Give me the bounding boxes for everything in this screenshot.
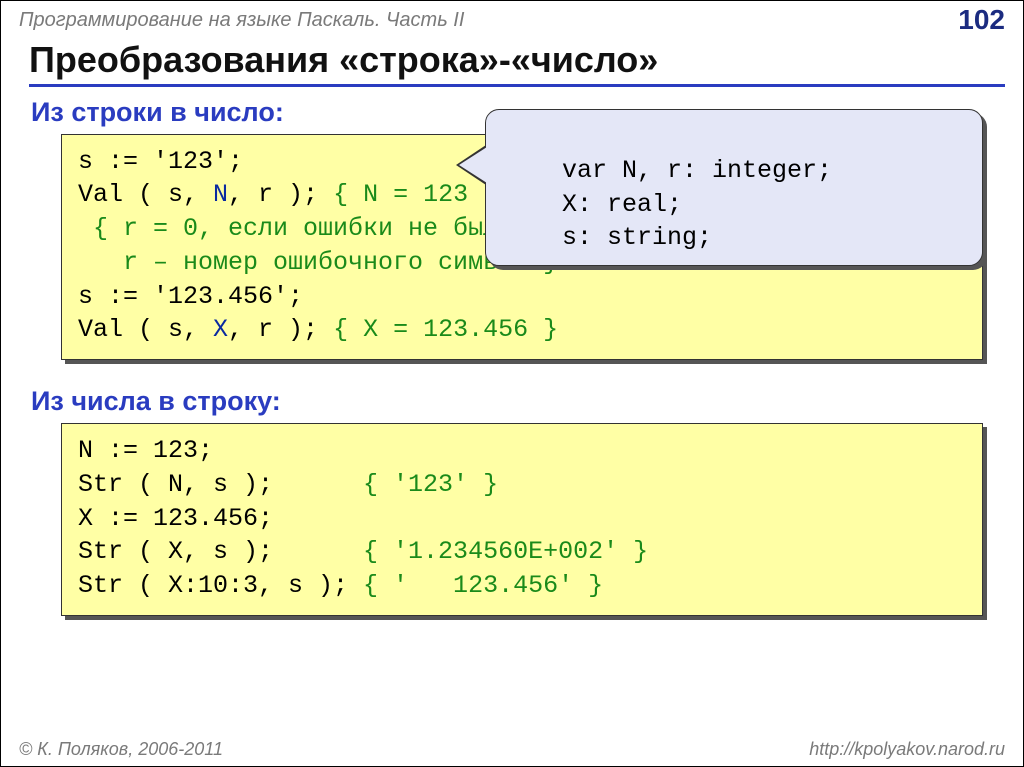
code2-line5-a: Str ( X:10:3, s ); [78, 571, 363, 600]
page-number: 102 [958, 4, 1005, 36]
code1-line5: s := '123.456'; [78, 282, 303, 311]
varbox-line3: s: string; [502, 223, 712, 252]
code1-line6-comment: { X = 123.456 } [318, 315, 558, 344]
code2-line4-a: Str ( X, s ); [78, 537, 363, 566]
code1-line2-a: Val ( s, [78, 180, 213, 209]
code2-line2-comment: { '123' } [363, 470, 498, 499]
code1-line2-c: , r ); [228, 180, 318, 209]
code1-line1: s := '123'; [78, 147, 243, 176]
code1-line6-a: Val ( s, [78, 315, 213, 344]
code1-line6-var: X [213, 315, 228, 344]
varbox-line2: X: real; [502, 190, 682, 219]
page-title: Преобразования «строка»-«число» [29, 40, 1005, 87]
varbox-line1: var N, r: integer; [562, 156, 832, 185]
code-block-2: N := 123; Str ( N, s ); { '123' } X := 1… [61, 423, 983, 616]
slide: Программирование на языке Паскаль. Часть… [0, 0, 1024, 767]
code2-line3: X := 123.456; [78, 504, 273, 533]
code1-line6-c: , r ); [228, 315, 318, 344]
code2-line1: N := 123; [78, 436, 213, 465]
code2-line5-comment: { ' 123.456' } [363, 571, 603, 600]
footer: © К. Поляков, 2006-2011 http://kpolyakov… [1, 739, 1023, 760]
code2-line4-comment: { '1.234560E+002' } [363, 537, 648, 566]
course-title: Программирование на языке Паскаль. Часть… [19, 9, 464, 32]
footer-url: http://kpolyakov.narod.ru [809, 739, 1005, 760]
code1-line3: { r = 0, если ошибки не было [78, 214, 513, 243]
footer-copyright: © К. Поляков, 2006-2011 [19, 739, 223, 760]
section-2-heading: Из числа в строку: [31, 386, 1023, 417]
code2-line2-a: Str ( N, s ); [78, 470, 363, 499]
var-declaration-box: var N, r: integer; X: real; s: string; [485, 109, 983, 266]
code1-line2-var: N [213, 180, 228, 209]
top-bar: Программирование на языке Паскаль. Часть… [1, 1, 1023, 36]
